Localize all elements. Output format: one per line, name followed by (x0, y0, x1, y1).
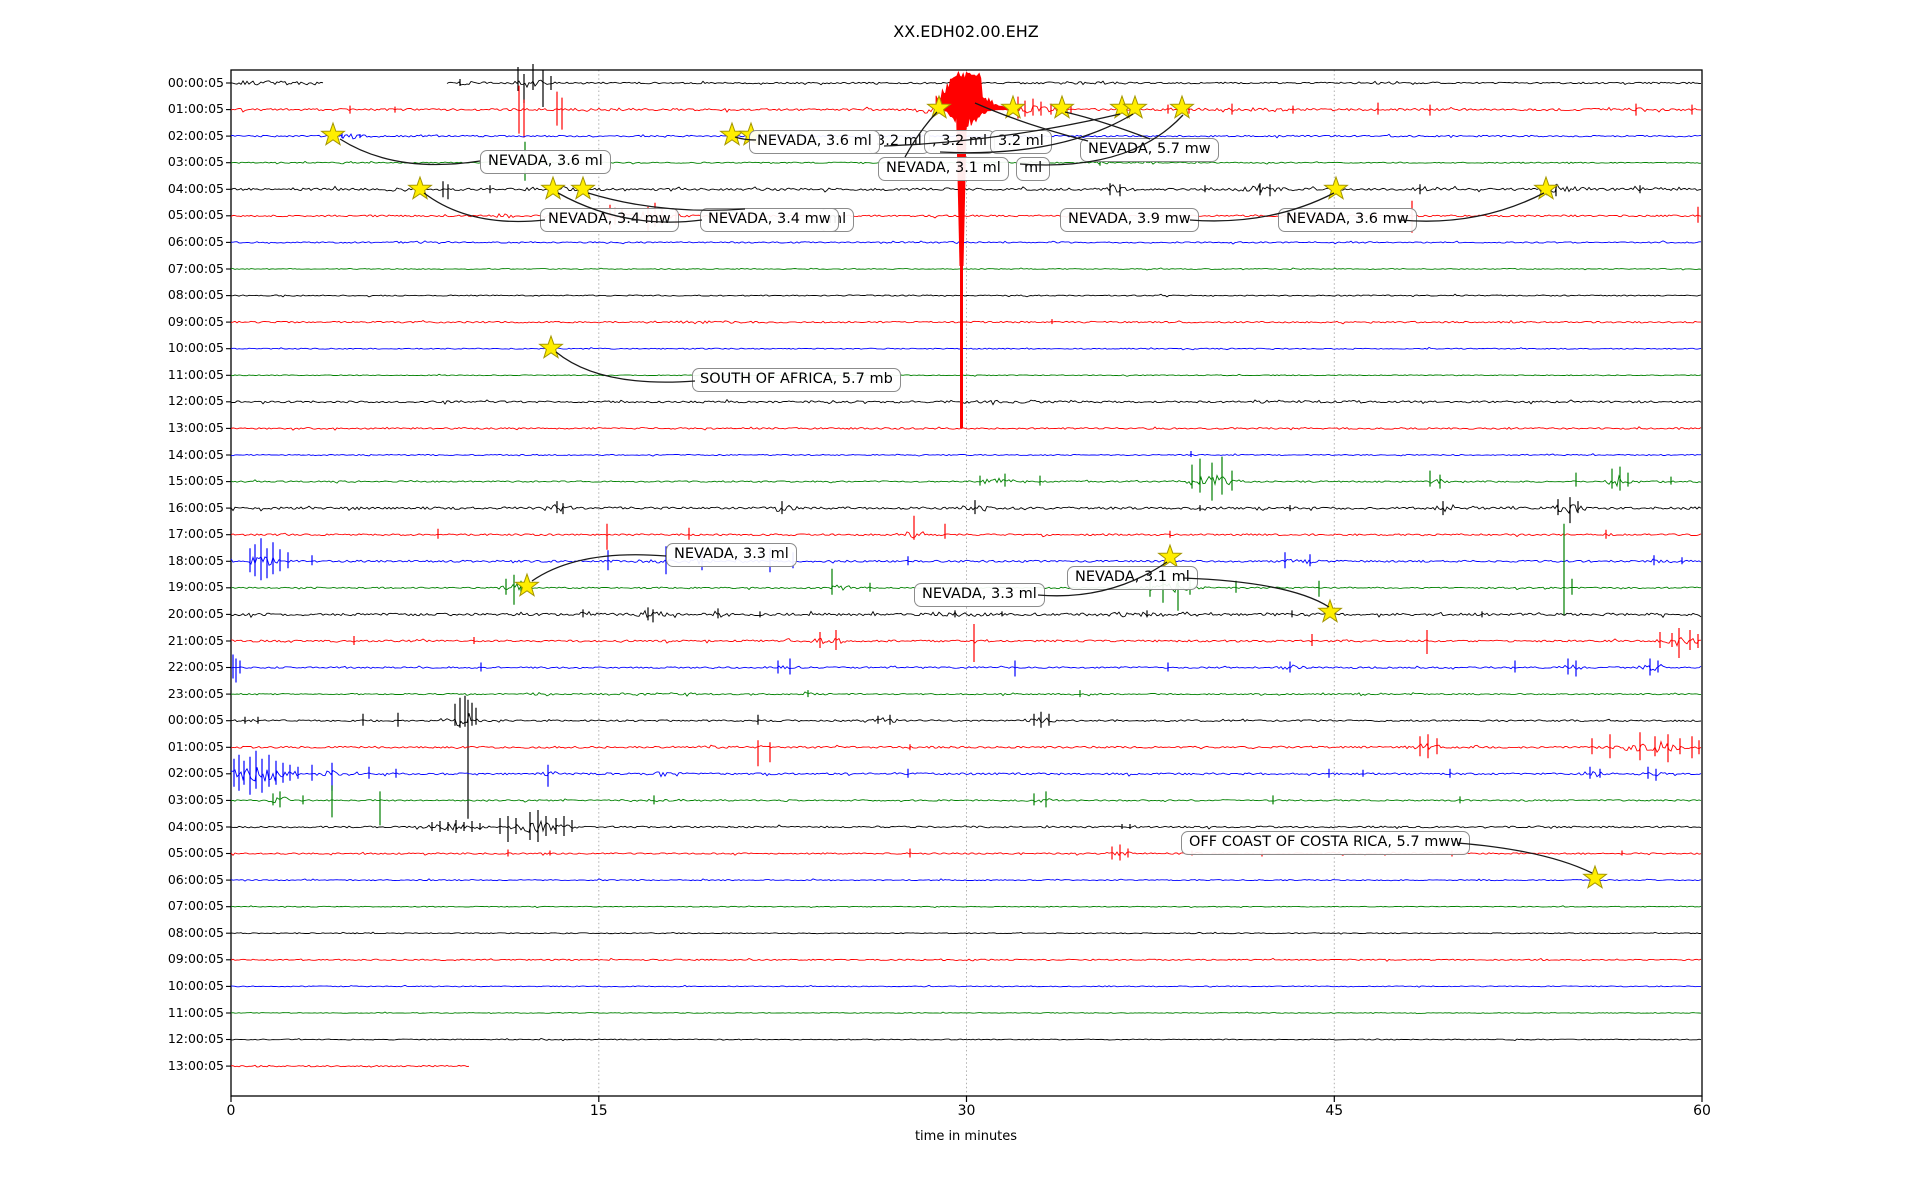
event-annotation-label: NEVADA, 3.4 mw (540, 208, 679, 232)
x-axis-tick-label: 0 (226, 1103, 236, 1119)
chart-title: XX.EDH02.00.EHZ (893, 22, 1039, 41)
y-axis-time-label: 06:00:05 (167, 871, 224, 887)
event-annotation-label: NEVADA, 3.3 ml (666, 543, 797, 567)
text-layer: XX.EDH02.00.EHZ time in minutes 00:00:05… (0, 0, 1920, 1200)
y-axis-time-label: 12:00:05 (167, 393, 224, 409)
y-axis-time-label: 21:00:05 (167, 632, 224, 648)
y-axis-time-label: 19:00:05 (167, 579, 224, 595)
y-axis-time-label: 05:00:05 (167, 845, 224, 860)
event-annotation-label: 3.2 ml (990, 130, 1052, 154)
event-annotation-label: NEVADA, 3.6 ml (480, 150, 611, 174)
y-axis-time-label: 10:00:05 (167, 340, 224, 356)
x-axis-tick-label: 60 (1693, 1103, 1711, 1119)
y-axis-time-label: 22:00:05 (167, 659, 224, 674)
y-axis-time-label: 04:00:05 (167, 818, 224, 834)
y-axis-time-label: 07:00:05 (167, 260, 224, 276)
y-axis-time-label: 02:00:05 (167, 765, 224, 781)
event-annotation-label: NEVADA, 3.4 mw (700, 208, 839, 232)
y-axis-time-label: 07:00:05 (167, 898, 224, 914)
y-axis-time-label: 13:00:05 (167, 419, 224, 435)
y-axis-time-label: 09:00:05 (167, 951, 224, 967)
x-axis-title: time in minutes (914, 1129, 1018, 1144)
y-axis-time-label: 00:00:05 (167, 712, 224, 728)
event-annotation-label: NEVADA, 3.6 ml (749, 130, 880, 154)
x-axis-tick-label: 30 (957, 1103, 976, 1119)
event-annotation-label: NEVADA, 3.1 ml (1067, 566, 1198, 590)
y-axis-time-label: 00:00:05 (167, 74, 224, 90)
y-axis-time-label: 10:00:05 (167, 977, 224, 993)
x-axis-tick-label: 45 (1325, 1103, 1344, 1119)
seismogram-figure: XX.EDH02.00.EHZ time in minutes 00:00:05… (0, 0, 1920, 1200)
y-axis-time-label: 09:00:05 (167, 313, 224, 329)
event-annotation-label: NEVADA, 5.7 mw (1080, 138, 1219, 162)
y-axis-time-label: 06:00:05 (167, 233, 224, 249)
y-axis-time-label: 02:00:05 (167, 127, 224, 143)
event-annotation-label: NEVADA, 3.6 mw (1278, 208, 1417, 232)
y-axis-time-label: 17:00:05 (167, 526, 224, 542)
y-axis-time-label: 20:00:05 (167, 605, 224, 621)
y-axis-time-label: 12:00:05 (167, 1031, 224, 1046)
event-annotation-label: ml (1016, 157, 1051, 181)
y-axis-time-label: 03:00:05 (167, 154, 224, 170)
x-axis-tick-label: 15 (589, 1103, 608, 1119)
y-axis-time-label: 13:00:05 (167, 1057, 224, 1073)
y-axis-time-label: 03:00:05 (167, 791, 224, 807)
y-axis-time-label: 08:00:05 (167, 924, 224, 940)
event-annotation-label: NEVADA, 3.1 ml (878, 157, 1009, 181)
event-annotation-label: NEVADA, 3.3 ml (914, 583, 1045, 607)
y-axis-time-label: 04:00:05 (167, 180, 224, 196)
event-annotation-label: NEVADA, 3.9 mw (1060, 208, 1199, 232)
y-axis-time-label: 01:00:05 (167, 738, 224, 754)
y-axis-time-label: 08:00:05 (167, 287, 224, 303)
y-axis-time-label: 14:00:05 (167, 446, 224, 462)
y-axis-time-label: 16:00:05 (167, 499, 224, 515)
y-axis-time-label: 23:00:05 (167, 685, 224, 701)
y-axis-time-label: 18:00:05 (167, 552, 224, 568)
y-axis-time-label: 11:00:05 (167, 366, 224, 382)
y-axis-time-label: 05:00:05 (167, 207, 224, 223)
event-annotation-label: OFF COAST OF COSTA RICA, 5.7 mww (1181, 831, 1471, 855)
y-axis-time-label: 01:00:05 (167, 101, 224, 117)
y-axis-time-label: 15:00:05 (167, 473, 224, 489)
y-axis-time-label: 11:00:05 (167, 1004, 224, 1020)
event-annotation-label: SOUTH OF AFRICA, 5.7 mb (692, 368, 901, 392)
event-annotation-label: , 3.2 ml (924, 130, 996, 154)
